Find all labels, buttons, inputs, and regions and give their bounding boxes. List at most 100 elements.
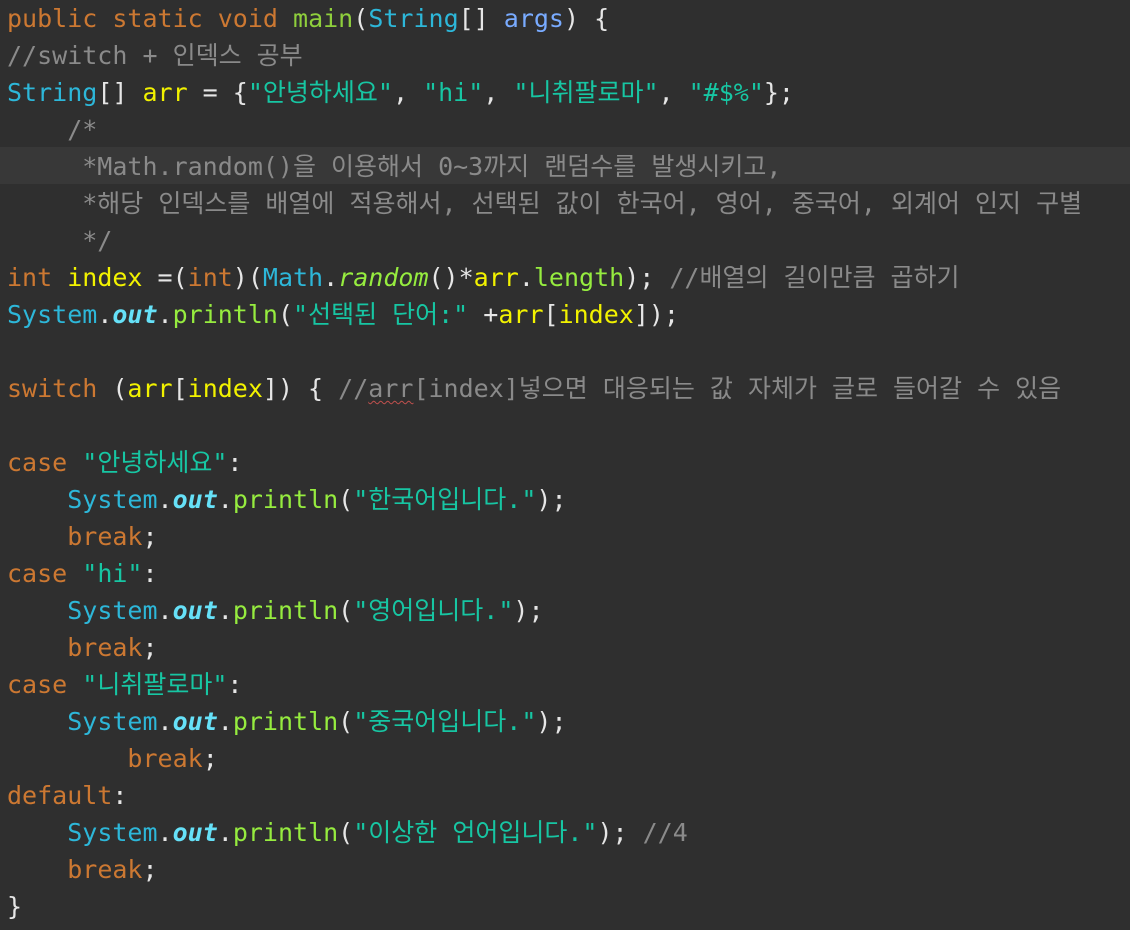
code-line-1[interactable]: public static void main(String[] args) { [7,0,609,37]
string-literal: "이상한 언어입니다." [353,818,598,847]
local-variable: arr [498,300,544,329]
keyword: break [67,855,143,884]
punctuation: . [217,818,233,847]
keyword: static [112,4,203,33]
punctuation: : [227,448,243,477]
code-line-23[interactable]: System.out.println("이상한 언어입니다."); //4 [7,814,688,851]
punctuation: =( [142,263,188,292]
code-editor[interactable]: public static void main(String[] args) {… [0,0,1130,930]
punctuation: ( [277,300,294,329]
code-line-5[interactable]: *Math.random()을 이용해서 0~3까지 랜덤수를 발생시키고, [7,148,781,185]
keyword: case [7,559,68,588]
code-line-11[interactable]: switch (arr[index]) { //arr[index]넣으면 대응… [7,370,1061,407]
string-literal: "hi" [82,559,143,588]
code-line-25[interactable]: } [7,888,22,925]
type-name: System [67,596,158,625]
keyword: case [7,670,68,699]
keyword: void [217,4,278,33]
punctuation: ; [202,744,218,773]
code-line-6[interactable]: *해당 인덱스를 배열에 적용해서, 선택된 값이 한국어, 영어, 중국어, … [7,185,1082,222]
type-name: System [7,300,98,329]
type-name: System [67,707,158,736]
punctuation: ]); [633,300,679,329]
punctuation: . [518,263,534,292]
string-literal: "선택된 단어:" [293,300,469,329]
punctuation: ); [597,818,643,847]
static-field: out [112,300,158,329]
comment: //4 [642,818,688,847]
punctuation: . [157,596,173,625]
code-line-18[interactable]: break; [7,629,158,666]
code-line-9[interactable]: System.out.println("선택된 단어:" +arr[index]… [7,296,679,333]
code-line-19[interactable]: case "니취팔로마": [7,666,242,703]
local-variable: arr [142,78,188,107]
string-literal: "니취팔로마" [82,670,228,699]
comment: /* [7,115,98,144]
punctuation: . [217,485,233,514]
code-line-21[interactable]: break; [7,740,218,777]
punctuation: ( [338,707,354,736]
punctuation: ; [142,633,158,662]
punctuation: [ [543,300,559,329]
type-name: String [7,78,98,107]
punctuation: ( [338,596,354,625]
punctuation: , [392,78,424,107]
punctuation: [] [458,4,504,33]
punctuation: . [157,300,173,329]
punctuation: . [217,707,233,736]
punctuation: ()* [428,263,474,292]
comment: */ [7,226,113,255]
code-line-15[interactable]: break; [7,518,158,555]
parameter-name: args [503,4,564,33]
punctuation: : [142,559,158,588]
keyword: switch [7,374,98,403]
string-literal: "#$%" [688,78,764,107]
comment: // [338,374,369,403]
punctuation: ; [142,522,158,551]
keyword: int [187,263,233,292]
comment: [index]넣으면 대응되는 값 자체가 글로 들어갈 수 있음 [413,374,1062,403]
keyword: case [7,448,68,477]
code-line-4[interactable]: /* [7,111,97,148]
code-line-20[interactable]: System.out.println("중국어입니다."); [7,703,566,740]
local-variable: index [558,300,634,329]
code-line-7[interactable]: */ [7,222,112,259]
code-line-22[interactable]: default: [7,777,127,814]
punctuation: ( [97,374,128,403]
code-line-24[interactable]: break; [7,851,158,888]
punctuation: = { [187,78,248,107]
punctuation: ; [142,855,158,884]
punctuation: ]) { [262,374,339,403]
punctuation: : [112,781,128,810]
code-line-13[interactable]: case "안녕하세요": [7,444,242,481]
static-method-name: random [338,263,429,292]
local-variable: arr [473,263,519,292]
string-literal: "중국어입니다." [353,707,537,736]
code-line-2[interactable]: //switch + 인덱스 공부 [7,37,303,74]
punctuation: ) { [564,4,610,33]
spellcheck-underlined-word: arr [368,374,414,403]
code-line-16[interactable]: case "hi": [7,555,158,592]
code-line-3[interactable]: String[] arr = {"안녕하세요", "hi", "니취팔로마", … [7,74,794,111]
type-name: Math [262,263,324,292]
comment: //switch + 인덱스 공부 [7,41,303,70]
method-name: println [232,596,339,625]
punctuation: . [217,596,233,625]
static-field: out [172,707,218,736]
string-literal: "안녕하세요" [82,448,228,477]
code-line-8[interactable]: int index =(int)(Math.random()*arr.lengt… [7,259,960,296]
code-line-14[interactable]: System.out.println("한국어입니다."); [7,481,567,518]
punctuation: . [157,707,173,736]
keyword: break [67,522,143,551]
method-name: println [232,707,339,736]
field-name: length [533,263,625,292]
punctuation: ( [338,818,354,847]
keyword: default [7,781,113,810]
punctuation: [ [172,374,188,403]
punctuation: ); [536,485,567,514]
method-name: println [232,818,339,847]
punctuation: ( [338,485,354,514]
code-line-17[interactable]: System.out.println("영어입니다."); [7,592,543,629]
punctuation: : [227,670,243,699]
punctuation: . [323,263,339,292]
